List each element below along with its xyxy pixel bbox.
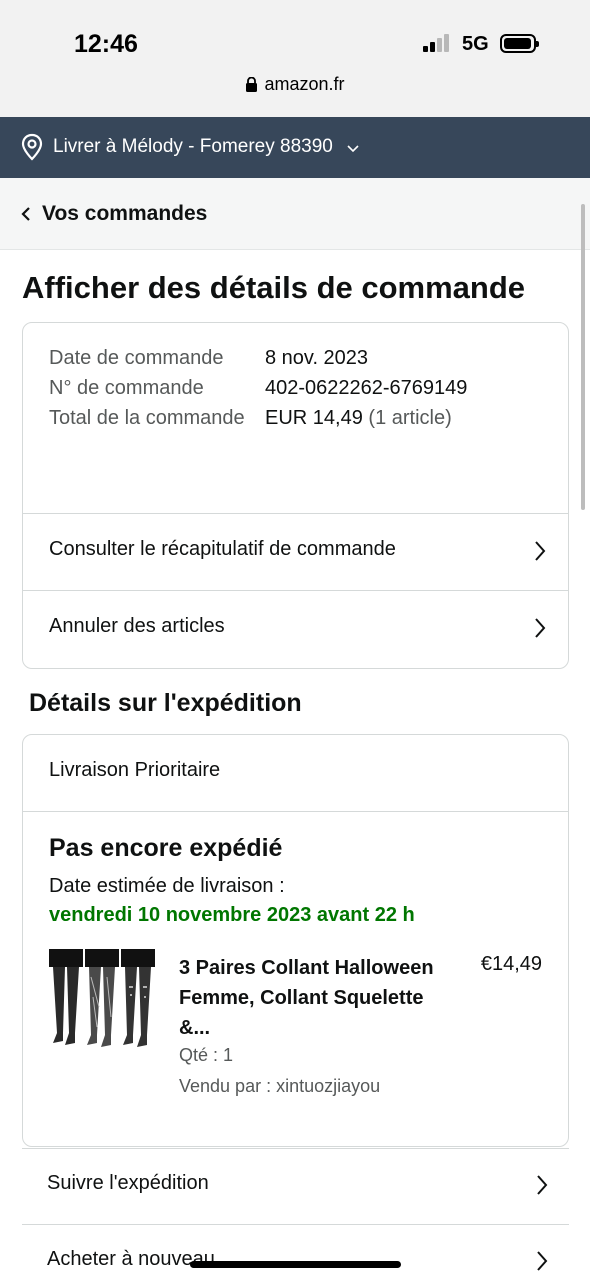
buy-again-label: Acheter à nouveau bbox=[47, 1248, 215, 1270]
chevron-right-icon bbox=[537, 1175, 548, 1195]
track-shipment-label: Suivre l'expédition bbox=[47, 1172, 209, 1194]
order-date-label: Date de commande bbox=[49, 347, 224, 369]
shipment-status: Pas encore expédié bbox=[49, 834, 283, 862]
order-total-label: Total de la commande bbox=[49, 407, 245, 429]
order-number-row: N° de commande 402-0622262-6769149 bbox=[49, 373, 549, 403]
view-order-summary-link[interactable]: Consulter le récapitulatif de commande bbox=[23, 513, 568, 590]
order-date-value: 8 nov. 2023 bbox=[265, 347, 369, 369]
product-image[interactable] bbox=[47, 947, 157, 1057]
back-navigation[interactable]: Vos commandes bbox=[0, 178, 590, 250]
order-total-value: EUR 14,49 (1 article) bbox=[265, 403, 452, 433]
order-summary-card: Date de commande 8 nov. 2023 N° de comma… bbox=[22, 322, 569, 669]
delivery-address: Livrer à Mélody - Fomerey 88390 bbox=[53, 136, 333, 157]
divider bbox=[23, 811, 568, 812]
url-domain: amazon.fr bbox=[264, 74, 345, 94]
chevron-right-icon bbox=[535, 541, 546, 561]
buy-again-button[interactable]: Acheter à nouveau bbox=[22, 1224, 569, 1280]
shipment-section-title: Détails sur l'expédition bbox=[29, 689, 302, 717]
product-price: €14,49 bbox=[480, 953, 542, 975]
chevron-right-icon bbox=[535, 618, 546, 638]
location-pin-icon bbox=[21, 133, 43, 161]
lock-icon bbox=[246, 77, 258, 92]
order-number-value: 402-0622262-6769149 bbox=[265, 377, 468, 399]
home-indicator[interactable] bbox=[190, 1261, 401, 1268]
signal-icon bbox=[423, 34, 453, 52]
product-seller: Vendu par : xintuozjiayou bbox=[179, 1076, 381, 1096]
order-item-count: (1 article) bbox=[368, 407, 452, 429]
page-title: Afficher des détails de commande bbox=[22, 270, 526, 305]
network-label: 5G bbox=[462, 33, 489, 55]
status-time: 12:46 bbox=[74, 30, 138, 58]
cancel-items-label: Annuler des articles bbox=[49, 615, 225, 637]
chevron-down-icon bbox=[347, 145, 359, 153]
tights-pair-2 bbox=[85, 949, 119, 1047]
chevron-left-icon bbox=[21, 207, 30, 221]
track-shipment-button[interactable]: Suivre l'expédition bbox=[22, 1148, 569, 1224]
chevron-right-icon bbox=[537, 1251, 548, 1271]
url-bar[interactable]: amazon.fr bbox=[0, 74, 590, 117]
product-title[interactable]: 3 Paires Collant Halloween Femme, Collan… bbox=[179, 953, 439, 1043]
shipping-method: Livraison Prioritaire bbox=[49, 759, 221, 781]
battery-icon bbox=[500, 34, 539, 53]
tights-pair-3 bbox=[121, 949, 155, 1047]
scrollbar[interactable] bbox=[581, 204, 585, 510]
order-info: Date de commande 8 nov. 2023 N° de comma… bbox=[49, 343, 549, 433]
estimate-date: vendredi 10 novembre 2023 avant 22 h bbox=[49, 904, 415, 926]
product-quantity: Qté : 1 bbox=[179, 1045, 234, 1065]
status-bar: 12:46 5G bbox=[0, 0, 590, 74]
order-total-row: Total de la commande EUR 14,49 (1 articl… bbox=[49, 403, 549, 433]
tights-pair-1 bbox=[49, 949, 83, 1045]
cancel-items-link[interactable]: Annuler des articles bbox=[23, 590, 568, 667]
shipment-card: Livraison Prioritaire Pas encore expédié… bbox=[22, 734, 569, 1147]
estimate-label: Date estimée de livraison : bbox=[49, 875, 285, 897]
delivery-location-bar[interactable]: Livrer à Mélody - Fomerey 88390 bbox=[0, 117, 590, 178]
order-total-amount: EUR 14,49 bbox=[265, 407, 363, 429]
order-date-row: Date de commande 8 nov. 2023 bbox=[49, 343, 549, 373]
view-order-summary-label: Consulter le récapitulatif de commande bbox=[49, 538, 396, 560]
back-link-label: Vos commandes bbox=[42, 202, 208, 225]
order-number-label: N° de commande bbox=[49, 377, 204, 399]
